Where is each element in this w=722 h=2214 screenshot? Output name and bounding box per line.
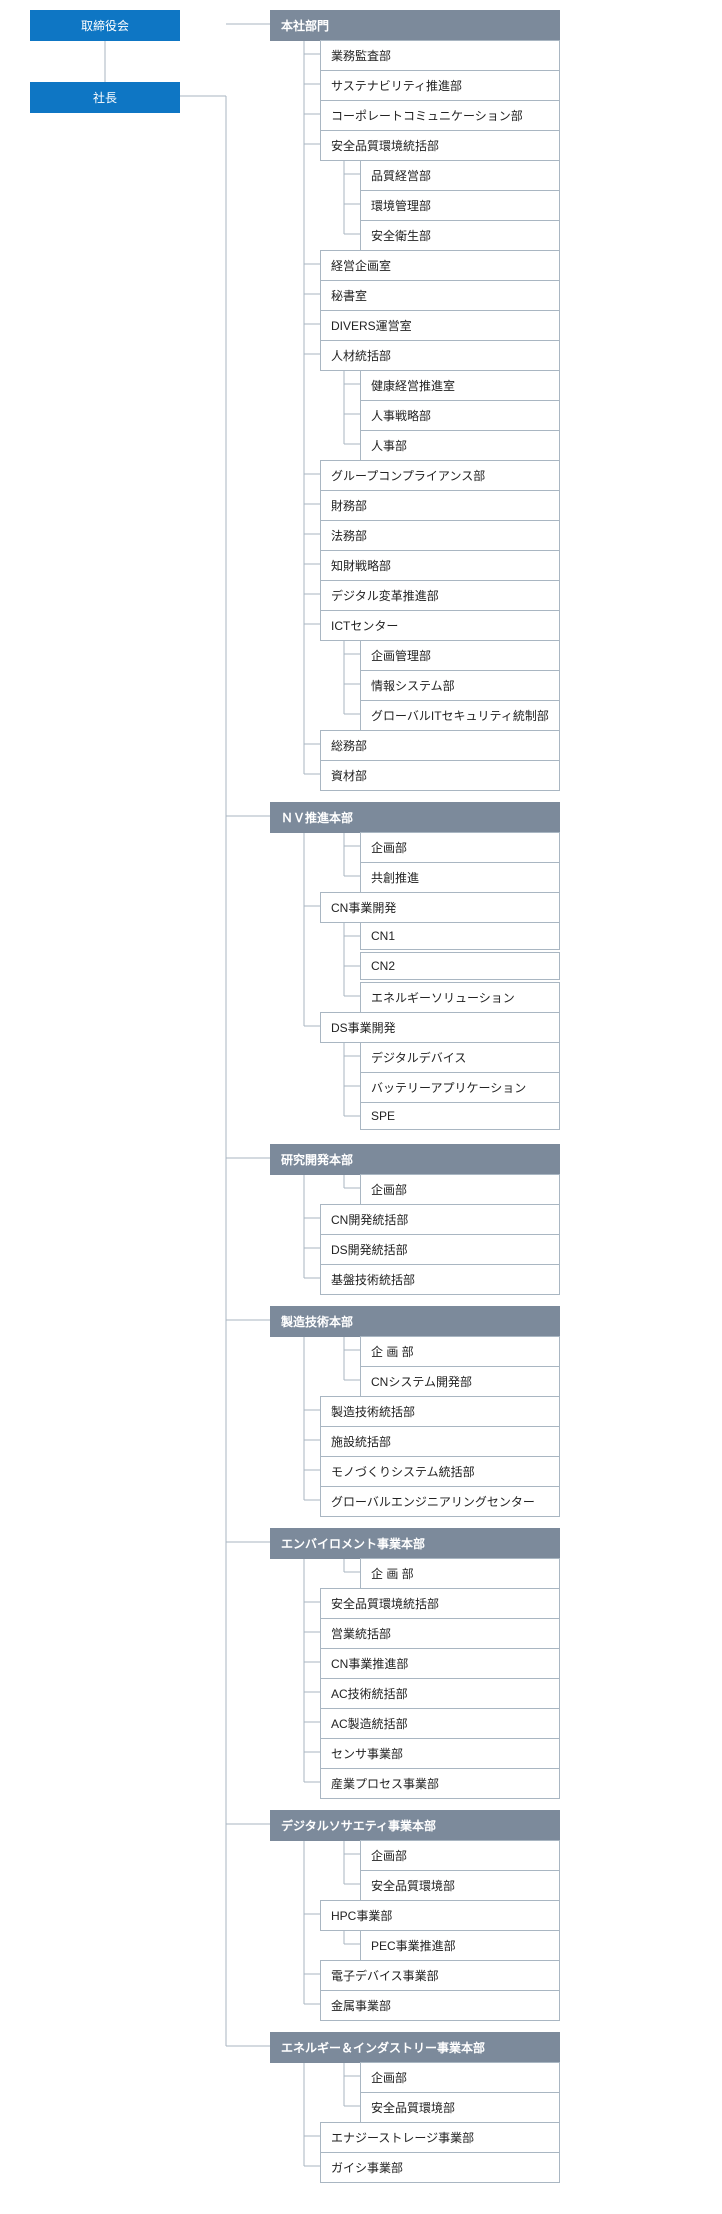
org-unit: 安全品質環境統括部 <box>320 1588 560 1619</box>
division-header: エネルギー＆インダストリー事業本部 <box>270 2032 560 2063</box>
org-subunit: 環境管理部 <box>360 190 560 221</box>
org-unit: DIVERS運営室 <box>320 310 560 341</box>
org-unit: 資材部 <box>320 760 560 791</box>
org-unit: CNシステム開発部 <box>360 1366 560 1397</box>
division-header: エンバイロメント事業本部 <box>270 1528 560 1559</box>
org-unit: デジタル変革推進部 <box>320 580 560 611</box>
org-unit: 企画部 <box>360 832 560 863</box>
org-unit: 基盤技術統括部 <box>320 1264 560 1295</box>
org-unit: 営業統括部 <box>320 1618 560 1649</box>
org-unit: モノづくりシステム統括部 <box>320 1456 560 1487</box>
org-unit: 総務部 <box>320 730 560 761</box>
org-subunit: 情報システム部 <box>360 670 560 701</box>
division-header: ＮＶ推進本部 <box>270 802 560 833</box>
board-of-directors: 取締役会 <box>30 10 180 41</box>
org-unit: 財務部 <box>320 490 560 521</box>
org-subunit: 人事部 <box>360 430 560 461</box>
org-unit: AC技術統括部 <box>320 1678 560 1709</box>
org-unit: グローバルエンジニアリングセンター <box>320 1486 560 1517</box>
org-unit: 企 画 部 <box>360 1558 560 1589</box>
org-unit: 法務部 <box>320 520 560 551</box>
org-unit: AC製造統括部 <box>320 1708 560 1739</box>
org-unit: サステナビリティ推進部 <box>320 70 560 101</box>
org-unit: 産業プロセス事業部 <box>320 1768 560 1799</box>
org-unit: 企 画 部 <box>360 1336 560 1367</box>
org-unit: 企画部 <box>360 2062 560 2093</box>
org-unit: 知財戦略部 <box>320 550 560 581</box>
division-header: 製造技術本部 <box>270 1306 560 1337</box>
org-subunit: CN1 <box>360 922 560 950</box>
org-unit: 経営企画室 <box>320 250 560 281</box>
org-subunit: デジタルデバイス <box>360 1042 560 1073</box>
org-unit: 安全品質環境部 <box>360 1870 560 1901</box>
org-subunit: 品質経営部 <box>360 160 560 191</box>
division-header: 本社部門 <box>270 10 560 41</box>
org-unit: CN事業開発 <box>320 892 560 923</box>
org-unit: 安全品質環境部 <box>360 2092 560 2123</box>
org-subunit: 健康経営推進室 <box>360 370 560 401</box>
org-unit: グループコンプライアンス部 <box>320 460 560 491</box>
org-unit: 秘書室 <box>320 280 560 311</box>
org-unit: DS事業開発 <box>320 1012 560 1043</box>
org-unit: CN事業推進部 <box>320 1648 560 1679</box>
org-unit: センサ事業部 <box>320 1738 560 1769</box>
org-unit: 人材統括部 <box>320 340 560 371</box>
org-subunit: PEC事業推進部 <box>360 1930 560 1961</box>
org-subunit: バッテリーアプリケーション <box>360 1072 560 1103</box>
org-unit: HPC事業部 <box>320 1900 560 1931</box>
president: 社長 <box>30 82 180 113</box>
org-unit: 企画部 <box>360 1840 560 1871</box>
org-unit: 金属事業部 <box>320 1990 560 2021</box>
org-unit: 施設統括部 <box>320 1426 560 1457</box>
division-header: デジタルソサエティ事業本部 <box>270 1810 560 1841</box>
org-unit: 業務監査部 <box>320 40 560 71</box>
org-unit: エナジーストレージ事業部 <box>320 2122 560 2153</box>
org-unit: ICTセンター <box>320 610 560 641</box>
org-unit: CN開発統括部 <box>320 1204 560 1235</box>
org-subunit: 人事戦略部 <box>360 400 560 431</box>
org-subunit: 安全衛生部 <box>360 220 560 251</box>
org-subunit: エネルギーソリューション <box>360 982 560 1013</box>
org-unit: 製造技術統括部 <box>320 1396 560 1427</box>
org-unit: 安全品質環境統括部 <box>320 130 560 161</box>
org-subunit: CN2 <box>360 952 560 980</box>
org-subunit: SPE <box>360 1102 560 1130</box>
org-unit: DS開発統括部 <box>320 1234 560 1265</box>
division-header: 研究開発本部 <box>270 1144 560 1175</box>
org-unit: 共創推進 <box>360 862 560 893</box>
org-unit: コーポレートコミュニケーション部 <box>320 100 560 131</box>
org-unit: 企画部 <box>360 1174 560 1205</box>
org-subunit: 企画管理部 <box>360 640 560 671</box>
org-unit: ガイシ事業部 <box>320 2152 560 2183</box>
org-unit: 電子デバイス事業部 <box>320 1960 560 1991</box>
org-subunit: グローバルITセキュリティ統制部 <box>360 700 560 731</box>
